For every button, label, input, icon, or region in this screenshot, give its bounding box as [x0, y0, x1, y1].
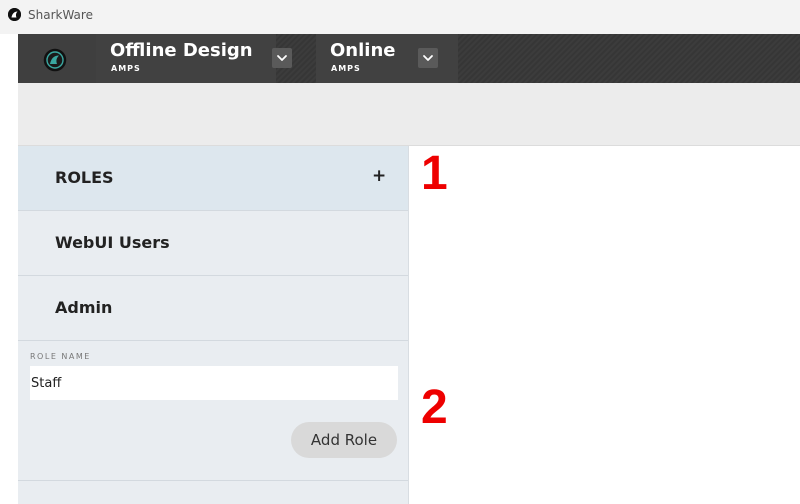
roles-sidebar: ROLES + WebUI Users Admin ROLE NAME Add … [18, 146, 409, 504]
toolbar-area [18, 83, 800, 146]
chevron-down-icon[interactable] [272, 48, 292, 68]
sidebar-item-admin[interactable]: Admin [18, 276, 408, 341]
sharkware-logo-icon [43, 48, 67, 72]
window-titlebar: SharkWare [0, 0, 800, 34]
tab-online-subtitle: AMPS [331, 64, 361, 73]
chevron-down-icon[interactable] [418, 48, 438, 68]
sidebar-item-label: WebUI Users [55, 233, 170, 252]
annotation-marker-2: 2 [421, 381, 448, 434]
role-name-label: ROLE NAME [30, 352, 91, 361]
brand-home[interactable] [18, 34, 96, 83]
roles-header: ROLES + [18, 146, 408, 211]
add-role-plus-button[interactable]: + [372, 166, 386, 186]
tab-offline-design[interactable]: Offline Design AMPS [96, 34, 292, 83]
tab-online-title: Online [330, 40, 396, 61]
sidebar-item-label: Admin [55, 298, 113, 317]
top-navigation-bar: Offline Design AMPS Online AMPS [18, 34, 800, 83]
add-role-button[interactable]: Add Role [291, 422, 397, 458]
tab-offline-design-title: Offline Design [110, 40, 253, 61]
sidebar-divider [18, 480, 408, 481]
window-title: SharkWare [28, 8, 93, 22]
sharkware-logo-icon [8, 8, 21, 21]
annotation-marker-1: 1 [421, 147, 448, 200]
sidebar-item-webui-users[interactable]: WebUI Users [18, 211, 408, 276]
role-name-input[interactable] [30, 366, 398, 400]
tab-offline-design-subtitle: AMPS [111, 64, 141, 73]
tab-online[interactable]: Online AMPS [316, 34, 458, 83]
roles-header-label: ROLES [55, 168, 114, 187]
